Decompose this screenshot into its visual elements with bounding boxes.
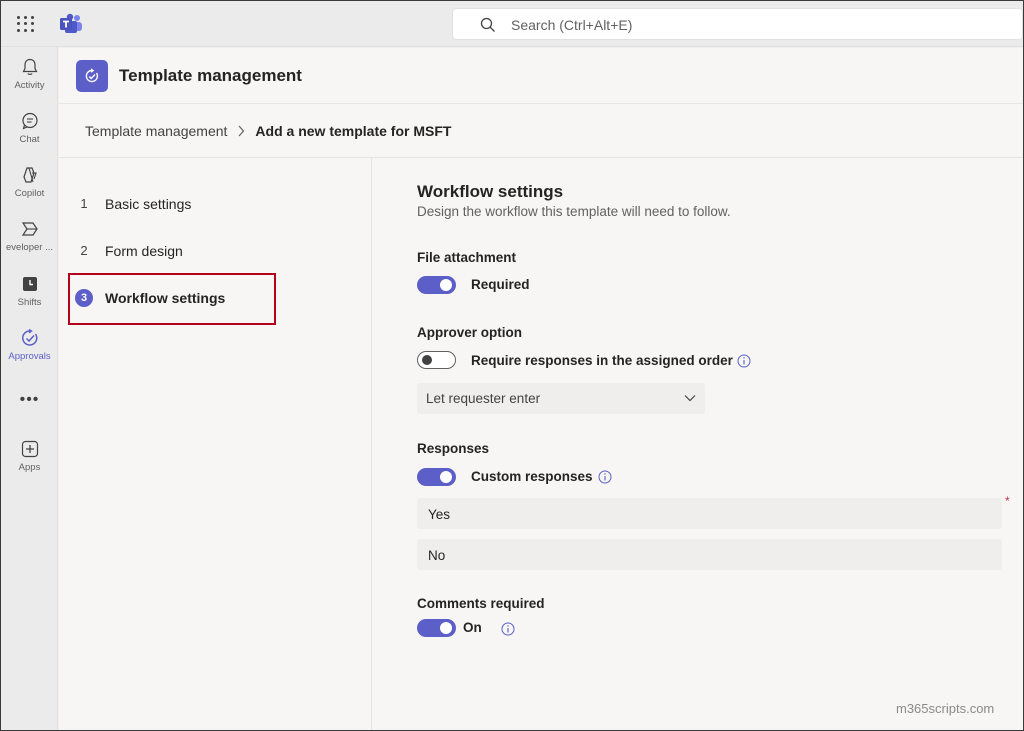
rail-label: Copilot xyxy=(14,188,45,199)
response-option-input[interactable]: No xyxy=(417,539,1002,570)
step-number: 1 xyxy=(80,196,88,211)
rail-label: Activity xyxy=(14,80,45,91)
approver-option-label: Approver option xyxy=(417,325,522,340)
rail-item-approvals[interactable]: Approvals xyxy=(1,328,58,378)
comments-required-toggle[interactable] xyxy=(417,619,456,637)
approvals-icon xyxy=(21,328,37,346)
rail-label: Approvals xyxy=(8,351,51,362)
developer-portal-icon xyxy=(21,222,38,236)
info-icon[interactable] xyxy=(598,470,612,484)
rail-item-developer-portal[interactable]: eveloper ... xyxy=(1,219,58,269)
step-basic-settings[interactable]: 1 Basic settings xyxy=(75,184,275,224)
breadcrumb-parent[interactable]: Template management xyxy=(85,123,227,139)
response-option-text: No xyxy=(428,548,446,563)
teams-window: Search (Ctrl+Alt+E) Activity Chat Copilo… xyxy=(0,0,1024,731)
comments-toggle-label: On xyxy=(463,620,482,635)
divider xyxy=(371,158,372,730)
search-icon xyxy=(480,17,495,32)
comments-required-label: Comments required xyxy=(417,596,545,611)
bell-icon xyxy=(22,58,37,75)
required-indicator: * xyxy=(1005,494,1010,508)
file-attachment-toggle[interactable] xyxy=(417,276,456,294)
highlight-annotation xyxy=(68,273,276,325)
custom-responses-toggle-label: Custom responses xyxy=(471,469,593,484)
rail-item-activity[interactable]: Activity xyxy=(1,57,58,107)
rail-item-copilot[interactable]: Copilot xyxy=(1,165,58,215)
rail-label: Apps xyxy=(18,462,41,473)
top-bar: Search (Ctrl+Alt+E) xyxy=(1,1,1023,47)
response-option-input[interactable]: Yes xyxy=(417,498,1002,529)
rail-item-apps[interactable]: Apps xyxy=(1,439,58,489)
page-title: Template management xyxy=(119,66,302,85)
breadcrumb: Template management Add a new template f… xyxy=(85,123,451,139)
watermark: m365scripts.com xyxy=(896,701,995,716)
responses-label: Responses xyxy=(417,441,490,456)
rail-label: Chat xyxy=(19,134,40,145)
search-placeholder: Search (Ctrl+Alt+E) xyxy=(511,17,633,33)
rail-label: eveloper ... xyxy=(6,242,53,253)
app-rail: Activity Chat Copilot eveloper ... Shift… xyxy=(1,47,58,730)
approvals-app-icon xyxy=(76,60,108,92)
step-form-design[interactable]: 2 Form design xyxy=(75,231,275,271)
file-attachment-toggle-label: Required xyxy=(471,277,530,292)
rail-item-chat[interactable]: Chat xyxy=(1,111,58,161)
file-attachment-label: File attachment xyxy=(417,250,517,265)
chat-icon xyxy=(21,112,38,130)
assigned-order-toggle-label: Require responses in the assigned order xyxy=(471,353,733,368)
step-number: 2 xyxy=(80,243,88,258)
info-icon[interactable] xyxy=(737,354,751,368)
breadcrumb-current: Add a new template for MSFT xyxy=(255,123,452,139)
approver-dropdown[interactable]: Let requester enter xyxy=(417,383,705,414)
assigned-order-toggle[interactable] xyxy=(417,351,456,369)
chevron-down-icon xyxy=(684,395,696,402)
search-box[interactable]: Search (Ctrl+Alt+E) xyxy=(452,8,1023,40)
app-launcher-icon[interactable] xyxy=(15,14,35,34)
more-apps-icon[interactable]: ••• xyxy=(1,391,58,409)
chevron-right-icon xyxy=(238,125,245,137)
main-panel: Template management Template management … xyxy=(59,48,1023,730)
app-header: Template management xyxy=(59,48,1023,104)
add-apps-icon xyxy=(21,440,38,458)
shifts-icon xyxy=(22,277,37,291)
custom-responses-toggle[interactable] xyxy=(417,468,456,486)
dropdown-value: Let requester enter xyxy=(426,391,541,406)
response-option-text: Yes xyxy=(428,507,451,522)
info-icon[interactable] xyxy=(501,622,515,636)
step-label: Basic settings xyxy=(105,196,192,212)
copilot-icon xyxy=(22,167,37,183)
divider xyxy=(59,157,1023,158)
rail-label: Shifts xyxy=(17,297,42,308)
step-label: Form design xyxy=(105,243,183,259)
section-description: Design the workflow this template will n… xyxy=(417,204,731,219)
rail-item-shifts[interactable]: Shifts xyxy=(1,274,58,324)
teams-logo-icon xyxy=(60,13,82,33)
section-title: Workflow settings xyxy=(417,182,564,201)
